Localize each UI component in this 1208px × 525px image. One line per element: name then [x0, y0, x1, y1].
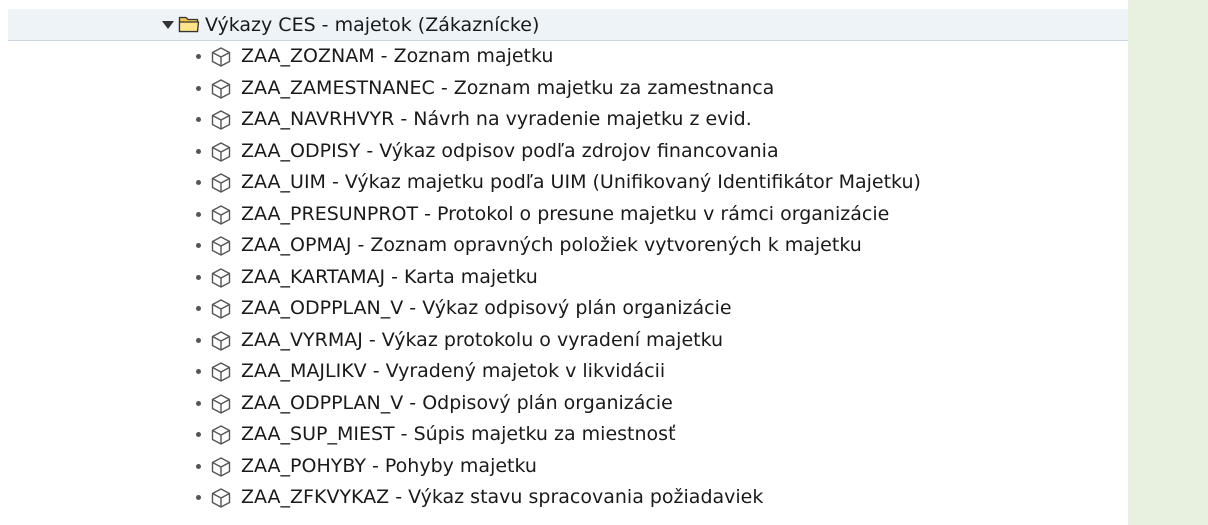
right-pane: [1128, 0, 1208, 525]
cube-icon: [211, 110, 231, 130]
bullet-icon: [196, 463, 201, 469]
item-label[interactable]: ZAA_ZOZNAM - Zoznam majetku: [241, 44, 553, 68]
cube-icon: [211, 141, 231, 162]
tree-panel: Výkazy CES - majetok (Zákaznícke) ZAA_ZO…: [0, 0, 1128, 525]
expand-arrow-icon[interactable]: [162, 21, 174, 29]
folder-open-icon: [178, 16, 200, 33]
list-item[interactable]: ZAA_POHYBY - Pohyby majetku: [0, 451, 1128, 483]
bullet-icon: [196, 243, 201, 248]
cube-icon: [211, 204, 231, 225]
item-label[interactable]: ZAA_KARTAMAJ - Karta majetku: [241, 265, 538, 289]
cube-icon: [211, 362, 231, 382]
item-label[interactable]: ZAA_ZFKVYKAZ - Výkaz stavu spracovania p…: [241, 485, 763, 509]
bullet-icon: [196, 495, 201, 500]
cube-icon: [211, 47, 231, 67]
cube-icon: [211, 236, 231, 256]
folder-label[interactable]: Výkazy CES - majetok (Zákaznícke): [205, 13, 539, 37]
item-label[interactable]: ZAA_ZAMESTNANEC - Zoznam majetku za zame…: [241, 76, 774, 100]
bullet-icon: [196, 369, 201, 374]
list-item[interactable]: ZAA_ODPPLAN_V - Výkaz odpisový plán orga…: [0, 293, 1128, 325]
item-label[interactable]: ZAA_ODPPLAN_V - Výkaz odpisový plán orga…: [241, 296, 732, 320]
folder-node[interactable]: Výkazy CES - majetok (Zákaznícke): [8, 9, 1128, 41]
item-label[interactable]: ZAA_POHYBY - Pohyby majetku: [241, 454, 537, 478]
list-item[interactable]: ZAA_ZAMESTNANEC - Zoznam majetku za zame…: [0, 73, 1128, 105]
bullet-icon: [196, 85, 201, 91]
bullet-icon: [196, 274, 201, 280]
list-item[interactable]: ZAA_NAVRHVYR - Návrh na vyradenie majetk…: [0, 104, 1128, 136]
cube-icon: [211, 78, 231, 99]
bullet-icon: [196, 54, 201, 59]
cube-icon: [211, 267, 231, 288]
bullet-icon: [196, 211, 201, 217]
bullet-icon: [196, 306, 201, 311]
item-label[interactable]: ZAA_PRESUNPROT - Protokol o presune maje…: [241, 202, 889, 226]
item-label[interactable]: ZAA_VYRMAJ - Výkaz protokolu o vyradení …: [241, 328, 723, 352]
list-item[interactable]: ZAA_VYRMAJ - Výkaz protokolu o vyradení …: [0, 325, 1128, 357]
list-item[interactable]: ZAA_ODPISY - Výkaz odpisov podľa zdrojov…: [0, 136, 1128, 168]
bullet-icon: [196, 148, 201, 154]
report-list: ZAA_ZOZNAM - Zoznam majetku ZAA_ZAMESTNA…: [0, 41, 1128, 514]
list-item[interactable]: ZAA_ZOZNAM - Zoznam majetku: [0, 41, 1128, 73]
cube-icon: [211, 330, 231, 351]
cube-icon: [211, 173, 231, 193]
item-label[interactable]: ZAA_ODPPLAN_V - Odpisový plán organizáci…: [241, 391, 673, 415]
list-item[interactable]: ZAA_ZFKVYKAZ - Výkaz stavu spracovania p…: [0, 482, 1128, 514]
item-label[interactable]: ZAA_MAJLIKV - Vyradený majetok v likvidá…: [241, 359, 665, 383]
item-label[interactable]: ZAA_UIM - Výkaz majetku podľa UIM (Unifi…: [241, 170, 921, 194]
bullet-icon: [196, 117, 201, 122]
list-item[interactable]: ZAA_UIM - Výkaz majetku podľa UIM (Unifi…: [0, 167, 1128, 199]
list-item[interactable]: ZAA_ODPPLAN_V - Odpisový plán organizáci…: [0, 388, 1128, 420]
cube-icon: [211, 488, 231, 508]
list-item[interactable]: ZAA_OPMAJ - Zoznam opravných položiek vy…: [0, 230, 1128, 262]
bullet-icon: [196, 400, 201, 406]
cube-icon: [211, 393, 231, 414]
bullet-icon: [196, 337, 201, 343]
cube-icon: [211, 299, 231, 319]
cube-icon: [211, 456, 231, 477]
list-item[interactable]: ZAA_SUP_MIEST - Súpis majetku za miestno…: [0, 419, 1128, 451]
list-item[interactable]: ZAA_PRESUNPROT - Protokol o presune maje…: [0, 199, 1128, 231]
bullet-icon: [196, 432, 201, 437]
item-label[interactable]: ZAA_NAVRHVYR - Návrh na vyradenie majetk…: [241, 107, 752, 131]
list-item[interactable]: ZAA_MAJLIKV - Vyradený majetok v likvidá…: [0, 356, 1128, 388]
bullet-icon: [196, 180, 201, 185]
item-label[interactable]: ZAA_ODPISY - Výkaz odpisov podľa zdrojov…: [241, 139, 779, 163]
cube-icon: [211, 425, 231, 445]
list-item[interactable]: ZAA_KARTAMAJ - Karta majetku: [0, 262, 1128, 294]
item-label[interactable]: ZAA_OPMAJ - Zoznam opravných položiek vy…: [241, 233, 862, 257]
item-label[interactable]: ZAA_SUP_MIEST - Súpis majetku za miestno…: [241, 422, 676, 446]
